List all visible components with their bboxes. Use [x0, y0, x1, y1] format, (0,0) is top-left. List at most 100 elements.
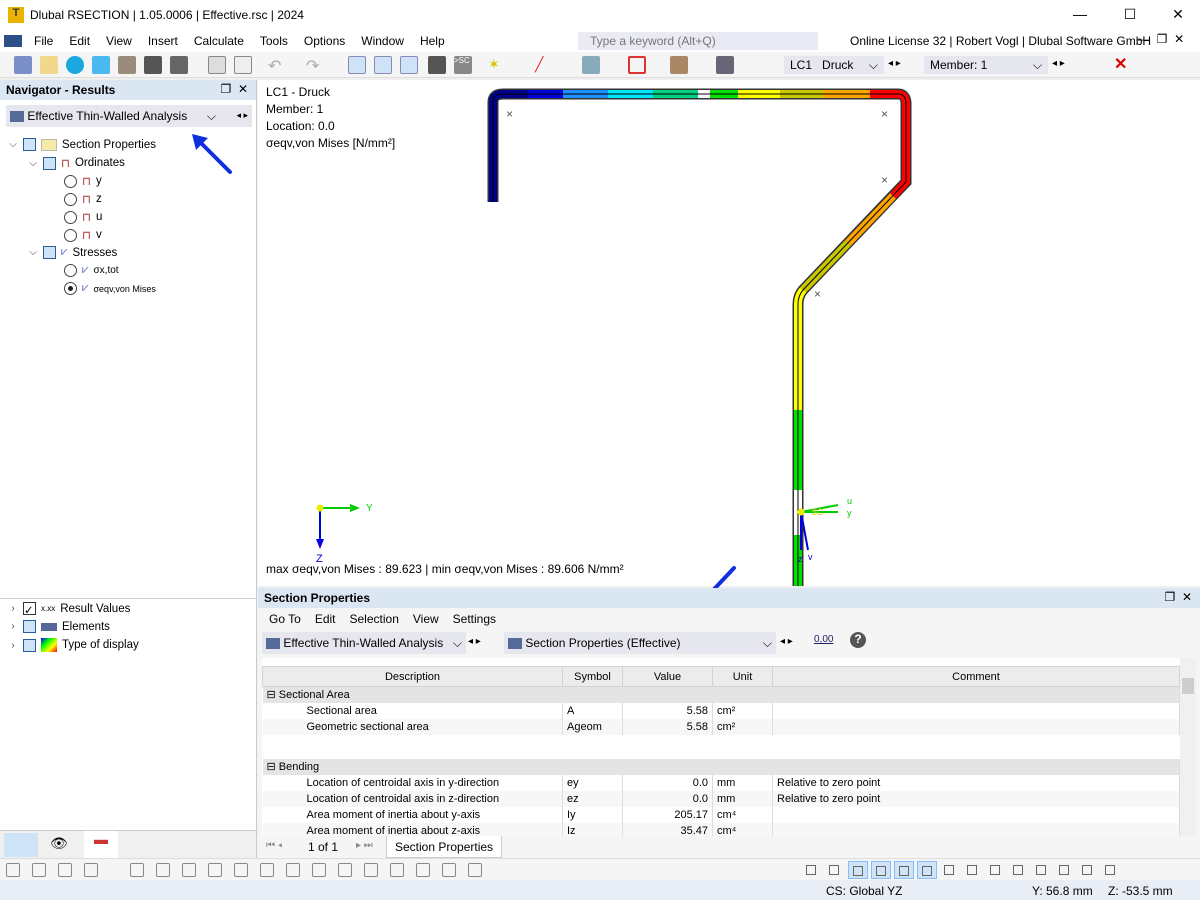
- next-last-buttons[interactable]: ▸ ⏭: [356, 840, 373, 851]
- chevron-right-icon[interactable]: ›: [8, 621, 18, 632]
- close-button[interactable]: ✕: [1168, 6, 1188, 23]
- radio[interactable]: [64, 174, 77, 188]
- tree-ordinate-z[interactable]: ⊓ z: [64, 192, 102, 206]
- radio[interactable]: [64, 228, 77, 242]
- snap-option-9-icon[interactable]: [986, 861, 1006, 879]
- tree-stress-von-mises[interactable]: ⩗ σeqv,von Mises: [64, 282, 156, 295]
- collapse-icon[interactable]: ⊟: [267, 689, 276, 701]
- chevron-down-icon[interactable]: ⌵: [8, 139, 18, 150]
- snap-option-7-icon[interactable]: [940, 861, 960, 879]
- menu-calculate[interactable]: Calculate: [186, 34, 252, 48]
- checkbox-checked[interactable]: ✓: [23, 602, 36, 617]
- line-a-tool-icon[interactable]: [84, 863, 98, 877]
- search-input[interactable]: Type a keyword (Alt+Q): [578, 32, 818, 50]
- menu-tools[interactable]: Tools: [252, 34, 296, 48]
- numbering-tool-icon[interactable]: [58, 863, 72, 877]
- console-icon[interactable]: [428, 56, 446, 74]
- menu-view[interactable]: View: [98, 34, 140, 48]
- panel-window-buttons[interactable]: ❐ ✕: [1165, 590, 1192, 604]
- tree-ordinates[interactable]: ⌵ ⊓ Ordinates: [28, 156, 125, 170]
- tree-type-of-display[interactable]: › Type of display: [8, 638, 139, 652]
- tree-stress-sx[interactable]: ⩗ σx,tot: [64, 264, 119, 277]
- save-icon[interactable]: [144, 56, 162, 74]
- new-element-icon[interactable]: [670, 56, 688, 74]
- navigator-window-buttons[interactable]: ❐ ✕: [221, 82, 248, 96]
- point-b-tool-icon[interactable]: [390, 863, 404, 877]
- chevron-right-icon[interactable]: ›: [8, 640, 18, 651]
- menu-insert[interactable]: Insert: [140, 34, 186, 48]
- column-header-unit[interactable]: Unit: [712, 666, 773, 687]
- snap-option-14-icon[interactable]: [1101, 861, 1121, 879]
- new-icon[interactable]: [14, 56, 32, 74]
- maximize-button[interactable]: ☐: [1120, 6, 1140, 23]
- sheet-tab-section-properties[interactable]: Section Properties: [386, 836, 503, 858]
- panel-analysis-select[interactable]: Effective Thin-Walled Analysis ⌵: [262, 632, 466, 654]
- snap-option-8-icon[interactable]: [963, 861, 983, 879]
- snap-option-10-icon[interactable]: [1009, 861, 1029, 879]
- table-row[interactable]: Area moment of inertia about z-axis Iz 3…: [262, 822, 1180, 836]
- load-case-select[interactable]: LC1 Druck ⌵: [784, 56, 884, 74]
- lc-prev-next-buttons[interactable]: ◂ ▸: [888, 58, 901, 69]
- navigator-analysis-select[interactable]: Effective Thin-Walled Analysis ⌵ ◂ ▸: [6, 105, 252, 127]
- display-tab-eye-icon[interactable]: 👁: [50, 835, 68, 852]
- chevron-down-icon[interactable]: ⌵: [28, 247, 38, 258]
- help-icon[interactable]: ?: [850, 632, 866, 648]
- chevron-down-icon[interactable]: ⌵: [28, 158, 38, 169]
- table-row[interactable]: Location of centroidal axis in y-directi…: [262, 774, 1180, 791]
- cloud-icon[interactable]: [66, 56, 84, 74]
- table-row[interactable]: Area moment of inertia about y-axis Iy 2…: [262, 806, 1180, 823]
- line-b-tool-icon[interactable]: [130, 863, 144, 877]
- tree-stresses[interactable]: ⌵ ⩗ Stresses: [28, 246, 117, 259]
- document-icon[interactable]: [234, 56, 252, 74]
- table-row[interactable]: Location of centroidal axis in z-directi…: [262, 790, 1180, 807]
- table-scrollbar[interactable]: [1180, 658, 1196, 836]
- menu-options[interactable]: Options: [296, 34, 353, 48]
- new-opening-icon[interactable]: [628, 56, 646, 74]
- snap-option-6-icon[interactable]: [917, 861, 937, 879]
- snap-option-5-icon[interactable]: [894, 861, 914, 879]
- panel-menu-edit[interactable]: Edit: [308, 612, 343, 626]
- panel-menu-settings[interactable]: Settings: [446, 612, 503, 626]
- new-part-icon[interactable]: [582, 56, 600, 74]
- table-view-icon[interactable]: [348, 56, 366, 74]
- results-tab-icon[interactable]: ▬: [84, 831, 118, 859]
- dimension-c-tool-icon[interactable]: [312, 863, 326, 877]
- library-icon[interactable]: [716, 56, 734, 74]
- app-menu-icon[interactable]: [4, 35, 22, 47]
- chevron-right-icon[interactable]: ›: [8, 603, 18, 614]
- polyline-tool-icon[interactable]: [156, 863, 170, 877]
- tree-result-values[interactable]: › ✓ x.xx Result Values: [8, 602, 130, 617]
- prev-next-buttons[interactable]: ◂ ▸: [236, 110, 248, 121]
- tree-ordinate-u[interactable]: ⊓ u: [64, 210, 102, 224]
- collapse-icon[interactable]: ⊟: [267, 761, 276, 773]
- arc-tool-icon[interactable]: [182, 863, 196, 877]
- radio[interactable]: [64, 210, 77, 224]
- panel-window-controls[interactable]: — ❐ ✕: [1138, 32, 1184, 46]
- web-icon[interactable]: [92, 56, 110, 74]
- snap-option-2-icon[interactable]: [825, 861, 845, 879]
- menu-window[interactable]: Window: [353, 34, 412, 48]
- column-header-symbol[interactable]: Symbol: [562, 666, 623, 687]
- guide-tool-icon[interactable]: [416, 863, 430, 877]
- line-c-tool-icon[interactable]: [468, 863, 482, 877]
- checkbox[interactable]: [23, 638, 36, 652]
- menu-file[interactable]: File: [26, 34, 61, 48]
- minimize-button[interactable]: —: [1070, 6, 1090, 22]
- snap-option-11-icon[interactable]: [1032, 861, 1052, 879]
- tree-elements[interactable]: › Elements: [8, 620, 110, 633]
- menu-help[interactable]: Help: [412, 34, 453, 48]
- group-row[interactable]: ⊟ Bending: [262, 758, 1180, 775]
- snap-option-13-icon[interactable]: [1078, 861, 1098, 879]
- panel-menu-view[interactable]: View: [406, 612, 446, 626]
- graphics-viewport[interactable]: LC1 - Druck Member: 1 Location: 0.0 σeqv…: [258, 80, 1200, 586]
- color-view-icon[interactable]: [400, 56, 418, 74]
- script-icon[interactable]: >SC: [454, 56, 472, 74]
- open-icon[interactable]: [40, 56, 58, 74]
- first-prev-buttons[interactable]: ⏮ ◂: [266, 840, 282, 851]
- clear-selection-icon[interactable]: ✕: [1114, 54, 1127, 74]
- snap-option-12-icon[interactable]: [1055, 861, 1075, 879]
- radio[interactable]: [64, 192, 77, 206]
- redo-icon[interactable]: ↷: [306, 56, 324, 75]
- column-header-value[interactable]: Value: [622, 666, 713, 687]
- snap-tool-icon[interactable]: [6, 863, 20, 877]
